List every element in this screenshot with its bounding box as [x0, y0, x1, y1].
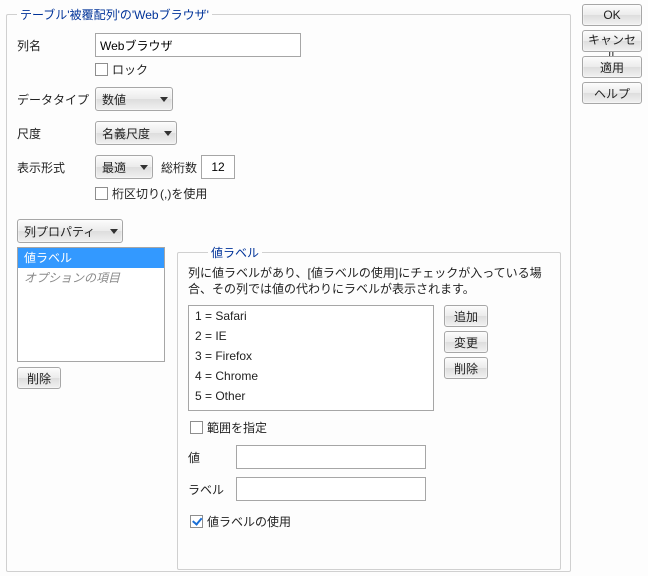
properties-list[interactable]: 値ラベル オプションの項目: [17, 247, 165, 362]
value-labels-legend: 値ラベル: [208, 244, 262, 261]
chevron-down-icon: [164, 131, 172, 136]
column-name-label: 列名: [17, 37, 95, 54]
list-item[interactable]: 2 = IE: [189, 326, 433, 346]
change-button[interactable]: 変更: [444, 331, 488, 353]
list-item[interactable]: 3 = Firefox: [189, 346, 433, 366]
scale-select[interactable]: 名義尺度: [95, 121, 177, 145]
lock-checkbox[interactable]: [95, 63, 108, 76]
label-input[interactable]: [236, 477, 426, 501]
chevron-down-icon: [140, 165, 148, 170]
digits-input[interactable]: [201, 155, 235, 179]
chevron-down-icon: [110, 229, 118, 234]
group-title: テーブル'被覆配列'の'Webブラウザ': [17, 6, 212, 23]
range-checkbox[interactable]: [190, 421, 203, 434]
column-properties-select[interactable]: 列プロパティ: [17, 219, 123, 243]
delete-button[interactable]: 削除: [444, 357, 488, 379]
range-label: 範囲を指定: [207, 419, 267, 436]
value-labels-description: 列に値ラベルがあり、[値ラベルの使用]にチェックが入っている場合、その列では値の…: [188, 265, 550, 297]
format-value: 最適: [102, 159, 126, 176]
use-value-labels-label: 値ラベルの使用: [207, 513, 291, 530]
list-item[interactable]: 値ラベル: [18, 248, 164, 268]
value-label: 値: [188, 449, 236, 466]
column-info-group: テーブル'被覆配列'の'Webブラウザ' 列名 ロック データタイプ 数値 尺度…: [6, 14, 571, 572]
delete-property-button[interactable]: 削除: [17, 367, 61, 389]
chevron-down-icon: [160, 97, 168, 102]
scale-value: 名義尺度: [102, 125, 150, 142]
lock-label: ロック: [112, 61, 148, 78]
data-type-label: データタイプ: [17, 91, 95, 108]
digits-label: 総桁数: [161, 159, 197, 176]
help-button[interactable]: ヘルプ: [582, 82, 642, 104]
apply-button[interactable]: 適用: [582, 56, 642, 78]
ok-button[interactable]: OK: [582, 4, 642, 26]
scale-label: 尺度: [17, 125, 95, 142]
use-value-labels-checkbox[interactable]: [190, 515, 203, 528]
value-labels-list[interactable]: 1 = Safari 2 = IE 3 = Firefox 4 = Chrome…: [188, 305, 434, 411]
data-type-value: 数値: [102, 91, 126, 108]
value-input[interactable]: [236, 445, 426, 469]
list-item[interactable]: 1 = Safari: [189, 306, 433, 326]
add-button[interactable]: 追加: [444, 305, 488, 327]
display-format-label: 表示形式: [17, 159, 95, 176]
label-label: ラベル: [188, 481, 236, 498]
format-select[interactable]: 最適: [95, 155, 153, 179]
list-item[interactable]: 4 = Chrome: [189, 366, 433, 386]
list-item[interactable]: 5 = Other: [189, 386, 433, 406]
column-properties-value: 列プロパティ: [24, 223, 95, 240]
list-item[interactable]: オプションの項目: [189, 406, 433, 411]
list-item[interactable]: オプションの項目: [18, 268, 164, 288]
cancel-button[interactable]: キャンセル: [582, 30, 642, 52]
data-type-select[interactable]: 数値: [95, 87, 173, 111]
column-name-input[interactable]: [95, 33, 301, 57]
value-labels-group: 値ラベル 列に値ラベルがあり、[値ラベルの使用]にチェックが入っている場合、その…: [177, 252, 561, 570]
thousands-checkbox[interactable]: [95, 187, 108, 200]
thousands-label: 桁区切り(,)を使用: [112, 185, 207, 202]
